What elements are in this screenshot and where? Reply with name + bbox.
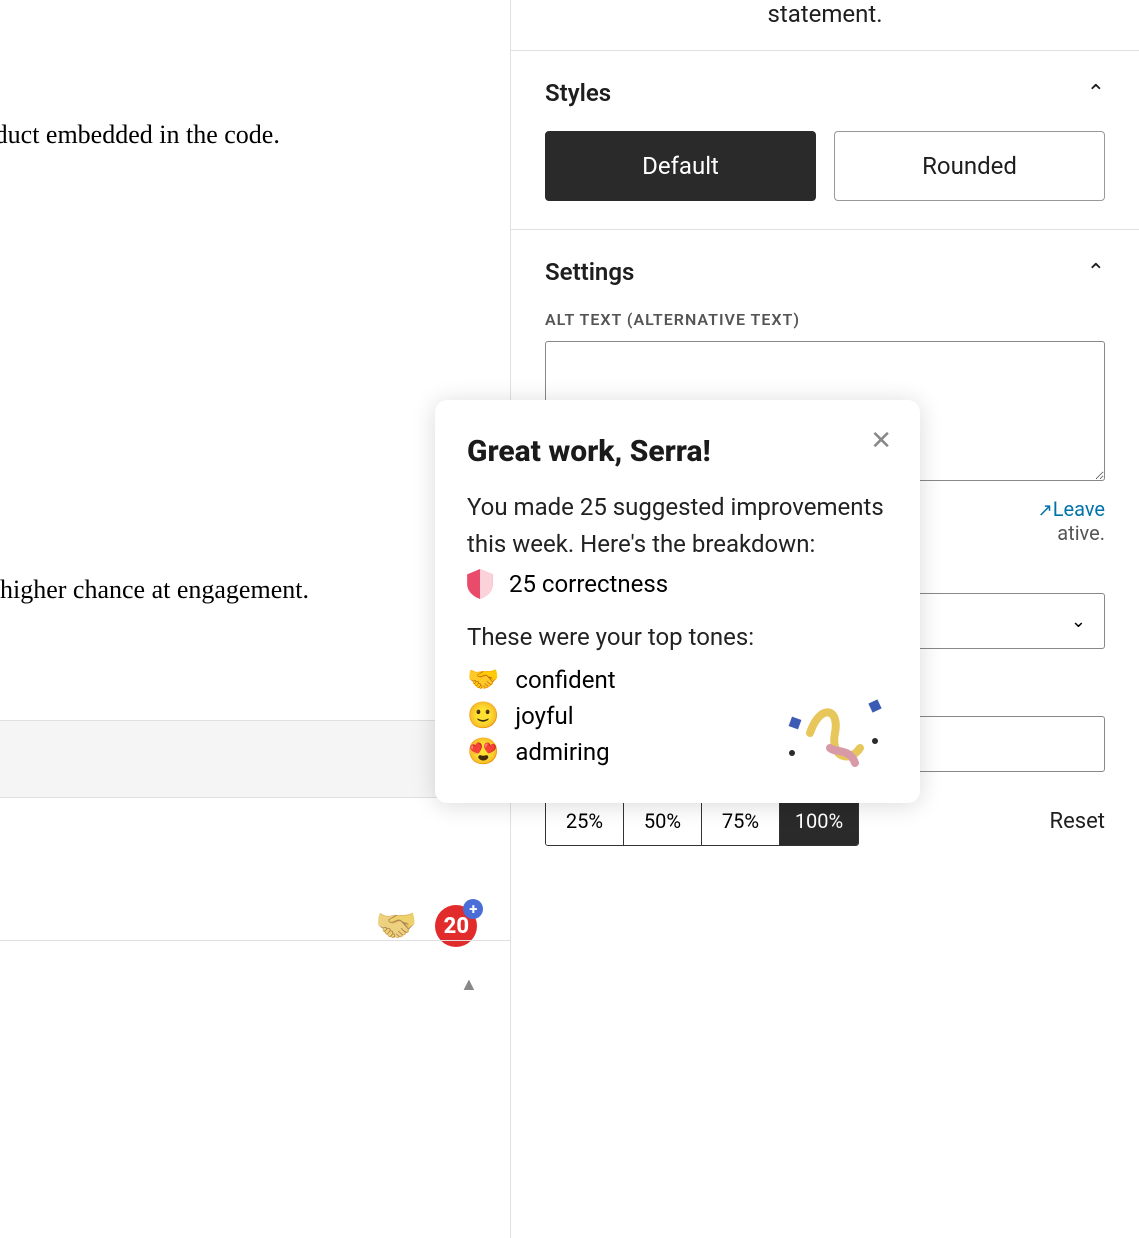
size-button-group: 25% 50% 75% 100% — [545, 796, 859, 846]
styles-title: Styles — [545, 79, 611, 107]
chevron-up-icon[interactable]: ⌃ — [1087, 260, 1105, 285]
correctness-line: 25 correctness — [509, 570, 668, 598]
style-default-button[interactable]: Default — [545, 131, 816, 201]
chevron-down-icon: ⌄ — [1071, 611, 1086, 632]
close-icon[interactable]: ✕ — [870, 426, 892, 456]
tone-confident: confident — [515, 666, 615, 694]
smile-icon: 🙂 — [467, 701, 499, 731]
statement-fragment: statement. — [511, 0, 1139, 51]
size-100-button[interactable]: 100% — [780, 797, 858, 845]
plus-icon: + — [463, 899, 483, 919]
confetti-icon — [780, 693, 890, 773]
alt-text-label: ALT TEXT (ALTERNATIVE TEXT) — [545, 310, 1105, 329]
leave-link[interactable]: Leave — [1053, 497, 1105, 521]
caret-up-icon[interactable]: ▲ — [460, 974, 478, 995]
size-25-button[interactable]: 25% — [546, 797, 624, 845]
popup-intro: You made 25 suggested improvements this … — [467, 489, 888, 563]
decorative-partial-text: ative. — [1057, 521, 1105, 545]
handshake-icon: 🤝 — [467, 665, 499, 695]
styles-section: Styles ⌃ Default Rounded — [511, 51, 1139, 230]
popup-title: Great work, Serra! — [467, 434, 888, 469]
doc-line-2: higher chance at engagement. — [0, 575, 309, 605]
doc-line-1: product embedded in the code. — [0, 120, 280, 150]
selection-bar — [0, 720, 510, 798]
style-rounded-button[interactable]: Rounded — [834, 131, 1105, 201]
weekly-summary-popup: ✕ Great work, Serra! You made 25 suggest… — [435, 400, 920, 803]
document-area: product embedded in the code. higher cha… — [0, 0, 510, 1238]
chevron-up-icon[interactable]: ⌃ — [1087, 81, 1105, 106]
reaction-count: 20 — [444, 914, 469, 939]
size-50-button[interactable]: 50% — [624, 797, 702, 845]
tone-joyful: joyful — [515, 702, 573, 730]
external-link-icon: ↗ — [1038, 500, 1053, 521]
size-75-button[interactable]: 75% — [702, 797, 780, 845]
reset-button[interactable]: Reset — [1050, 809, 1105, 834]
tones-intro: These were your top tones: — [467, 619, 888, 656]
divider — [0, 940, 510, 941]
settings-title: Settings — [545, 258, 634, 286]
tone-admiring: admiring — [515, 738, 609, 766]
heart-eyes-icon: 😍 — [467, 737, 499, 767]
shield-icon — [467, 569, 493, 599]
